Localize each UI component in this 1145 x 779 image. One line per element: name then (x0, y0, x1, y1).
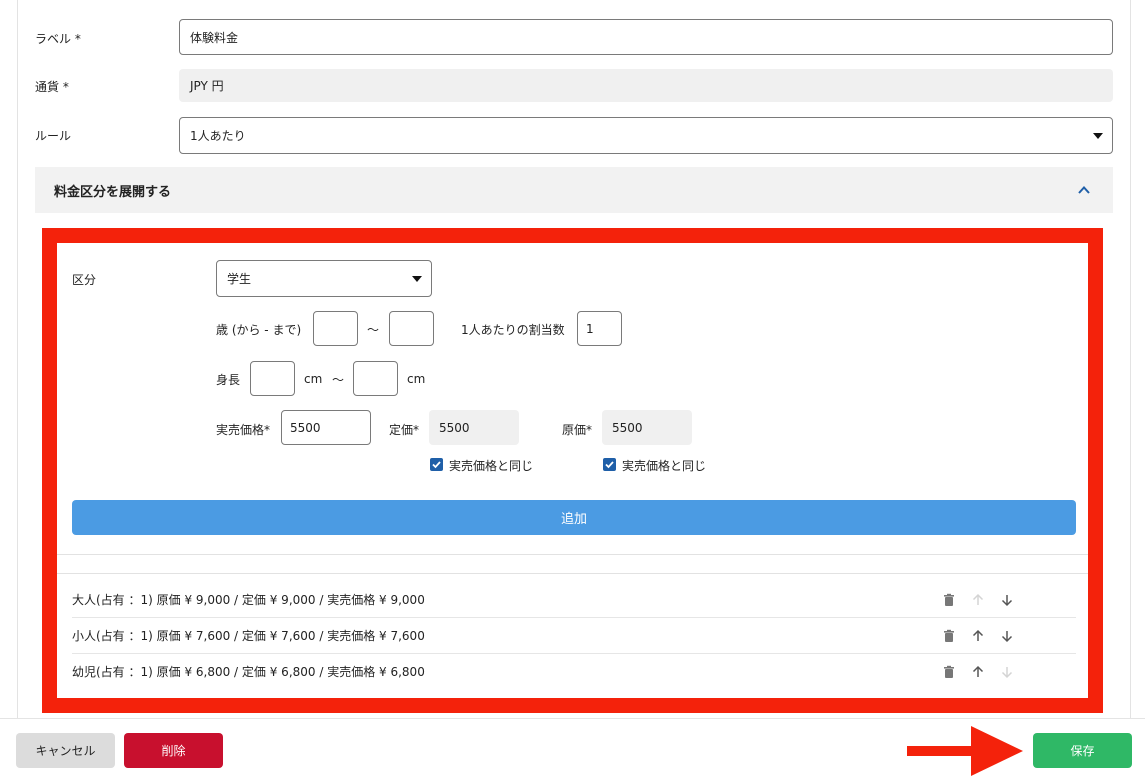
arrow-down-icon[interactable] (1000, 629, 1014, 643)
height-to-input[interactable] (353, 361, 398, 396)
list-price-readonly: 5500 (429, 410, 519, 445)
divider (57, 573, 1088, 574)
list-price-same-checkbox[interactable] (430, 458, 443, 471)
price-list-text: 小人(占有 ：1) 原価 ¥ 7,600 / 定価 ¥ 7,600 / 実売価格… (72, 629, 425, 643)
selling-price-input[interactable]: 5500 (281, 410, 371, 445)
arrow-up-icon[interactable] (971, 593, 985, 607)
allocation-input[interactable]: 1 (577, 311, 622, 346)
red-arrow-annotation (907, 726, 1023, 776)
age-to-input[interactable] (389, 311, 434, 346)
age-label: 歳 (から - まで) (216, 323, 302, 337)
cost-price-label: 原価* (562, 423, 593, 437)
cost-price-readonly: 5500 (602, 410, 692, 445)
trash-icon[interactable] (942, 629, 956, 643)
accordion-title: 料金区分を展開する (54, 184, 172, 200)
check-icon (605, 461, 614, 469)
category-label: 区分 (72, 273, 97, 287)
label-input[interactable]: 体験料金 (179, 19, 1113, 55)
height-from-unit: cm (304, 372, 323, 386)
cost-price-same-checkbox[interactable] (603, 458, 616, 471)
arrow-up-icon[interactable] (971, 665, 985, 679)
height-to-unit: cm (407, 372, 426, 386)
allocation-label: 1人あたりの割当数 (461, 323, 565, 337)
rule-field-label: ルール (35, 129, 72, 143)
price-list-text: 大人(占有 ：1) 原価 ¥ 9,000 / 定価 ¥ 9,000 / 実売価格… (72, 593, 425, 607)
list-item: 幼児(占有 ：1) 原価 ¥ 6,800 / 定価 ¥ 6,800 / 実売価格… (72, 654, 1076, 690)
list-item: 小人(占有 ：1) 原価 ¥ 7,600 / 定価 ¥ 7,600 / 実売価格… (72, 618, 1076, 654)
caret-down-icon (412, 275, 422, 282)
height-from-input[interactable] (250, 361, 295, 396)
check-icon (432, 461, 441, 469)
arrow-down-icon[interactable] (1000, 593, 1014, 607)
cancel-button[interactable]: キャンセル (16, 733, 115, 768)
label-field-label: ラベル * (35, 32, 81, 46)
currency-readonly: JPY 円 (179, 69, 1113, 102)
divider (57, 554, 1088, 555)
age-tilde: ～ (367, 323, 380, 337)
price-list-text: 幼児(占有 ：1) 原価 ¥ 6,800 / 定価 ¥ 6,800 / 実売価格… (72, 665, 425, 679)
list-price-label: 定価* (389, 423, 420, 437)
caret-down-icon (1093, 132, 1103, 139)
cost-price-same-label: 実売価格と同じ (622, 459, 707, 473)
delete-button[interactable]: 削除 (124, 733, 223, 768)
trash-icon[interactable] (942, 665, 956, 679)
rule-select-value: 1人あたり (190, 129, 246, 143)
height-label: 身長 (216, 373, 241, 387)
currency-field-label: 通貨 * (35, 80, 69, 94)
rule-select[interactable]: 1人あたり (179, 117, 1113, 154)
category-panel: 区分 学生 歳 (から - まで) ～ 1人あたりの割当数 1 身長 cm ～ … (57, 243, 1088, 698)
save-button[interactable]: 保存 (1033, 733, 1132, 768)
selling-price-label: 実売価格* (216, 423, 271, 437)
chevron-up-icon[interactable] (1077, 183, 1091, 197)
category-select-value: 学生 (227, 272, 252, 286)
arrow-up-icon[interactable] (971, 629, 985, 643)
footer-bar: キャンセル 削除 保存 (0, 718, 1145, 779)
add-button[interactable]: 追加 (72, 500, 1076, 535)
arrow-down-icon[interactable] (1000, 665, 1014, 679)
height-tilde: ～ (332, 373, 345, 387)
list-price-same-label: 実売価格と同じ (449, 459, 534, 473)
list-item: 大人(占有 ：1) 原価 ¥ 9,000 / 定価 ¥ 9,000 / 実売価格… (72, 582, 1076, 618)
trash-icon[interactable] (942, 593, 956, 607)
age-from-input[interactable] (313, 311, 358, 346)
pricing-category-accordion[interactable]: 料金区分を展開する (35, 167, 1113, 213)
category-select[interactable]: 学生 (216, 260, 432, 297)
